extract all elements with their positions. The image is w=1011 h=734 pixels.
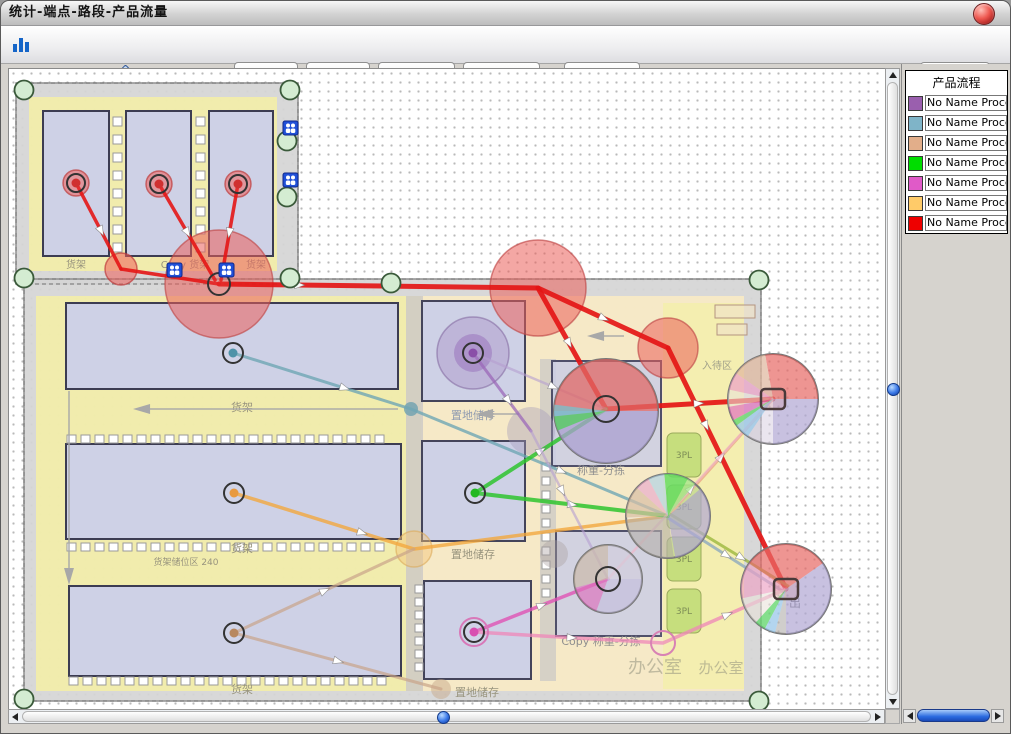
scroll-up-button[interactable] [886,69,899,81]
legend-color-chip [908,156,923,171]
svg-text:办公室: 办公室 [628,657,682,678]
legend-color-chip [908,116,923,131]
selection-handle[interactable] [281,81,300,100]
selection-handle[interactable] [281,269,300,288]
svg-text:货架: 货架 [231,400,253,414]
scrollbar-corner [885,709,900,724]
close-button[interactable] [973,3,995,25]
endpoint-node[interactable] [651,631,675,655]
endpoint-node[interactable] [774,579,798,599]
legend-box: 产品流程 No Name Proces No Name Proces No Na… [905,70,1008,234]
panel-scroll-left-button[interactable] [903,709,916,723]
title-bar: 统计-端点-路段-产品流量 [1,1,1010,26]
legend-color-chip [908,136,923,151]
panel-scroll-thumb[interactable] [917,709,990,722]
vertical-scrollbar[interactable] [885,68,900,709]
legend-item[interactable]: No Name Proces [906,213,1007,233]
legend-item[interactable]: No Name Proces [906,153,1007,173]
selection-handle[interactable] [278,188,297,207]
svg-text:办公室: 办公室 [698,659,743,677]
scroll-left-icon [12,713,18,721]
selection-handle[interactable] [750,271,769,290]
plan-canvas[interactable]: 货架Copy 货架货架货架货架货架货架储位区 240置地储存置地储存置地储存称重… [8,68,886,710]
scroll-right-button[interactable] [872,710,884,723]
svg-text:入待区: 入待区 [702,359,732,372]
app-window: 统计-端点-路段-产品流量 饼图 环图 柱图-H 柱图-V [0,0,1011,734]
selection-handle[interactable] [15,690,34,709]
legend-item-label: No Name Proces [925,95,1007,111]
svg-text:称重-分拣: 称重-分拣 [577,463,625,477]
legend-color-chip [908,176,923,191]
panel-scrollbar[interactable] [902,708,1011,724]
legend-item-label: No Name Proces [925,175,1007,191]
selection-handle[interactable] [15,269,34,288]
people-icon [283,121,298,135]
legend-item[interactable]: No Name Proces [906,173,1007,193]
window-title: 统计-端点-路段-产品流量 [9,1,168,25]
toolbar: 饼图 环图 柱图-H 柱图-V 堆积图 Excel [1,26,1010,64]
plan-svg: 货架Copy 货架货架货架货架货架货架储位区 240置地储存置地储存置地储存称重… [9,69,885,709]
legend-item-label: No Name Proces [925,215,1007,231]
selection-handle[interactable] [750,692,769,710]
legend-item-label: No Name Proces [925,135,1007,151]
legend-title: 产品流程 [906,71,1007,93]
scroll-down-icon [889,699,897,705]
endpoint-node[interactable] [593,396,619,422]
legend-item-label: No Name Proces [925,115,1007,131]
svg-text:货架储位区 240: 货架储位区 240 [153,556,218,568]
scroll-up-icon [889,72,897,78]
horizontal-scroll-orb[interactable] [437,711,450,724]
legend-item[interactable]: No Name Proces [906,193,1007,213]
people-icon [283,173,298,187]
legend-color-chip [908,216,923,231]
scroll-right-icon [875,713,881,721]
svg-text:置地储存: 置地储存 [451,547,495,561]
scroll-left-icon [907,712,913,720]
scroll-down-button[interactable] [886,696,899,708]
svg-text:3PL: 3PL [676,607,692,617]
vertical-scroll-orb[interactable] [887,383,900,396]
people-icon [167,263,182,277]
legend-panel: 产品流程 No Name Proces No Name Proces No Na… [901,64,1011,724]
svg-text:3PL: 3PL [676,451,692,461]
panel-scroll-right-button[interactable] [991,709,1004,723]
legend-item-label: No Name Proces [925,155,1007,171]
legend-item[interactable]: No Name Proces [906,133,1007,153]
bar-chart-icon [13,36,31,52]
selection-handle[interactable] [15,81,34,100]
legend-item-label: No Name Proces [925,195,1007,211]
legend-item[interactable]: No Name Proces [906,93,1007,113]
legend-color-chip [908,196,923,211]
scroll-left-button[interactable] [9,710,21,723]
svg-text:货架: 货架 [66,258,86,271]
horizontal-scrollbar[interactable] [8,709,885,724]
people-icon [219,263,234,277]
endpoint-node[interactable] [596,567,620,591]
svg-text:货架: 货架 [231,541,253,555]
svg-text:货架: 货架 [231,682,253,696]
endpoint-node[interactable] [761,389,785,409]
svg-text:置地储存: 置地储存 [455,685,499,699]
legend-item[interactable]: No Name Proces [906,113,1007,133]
scroll-right-icon [995,712,1001,720]
selection-handle[interactable] [382,274,401,293]
legend-color-chip [908,96,923,111]
